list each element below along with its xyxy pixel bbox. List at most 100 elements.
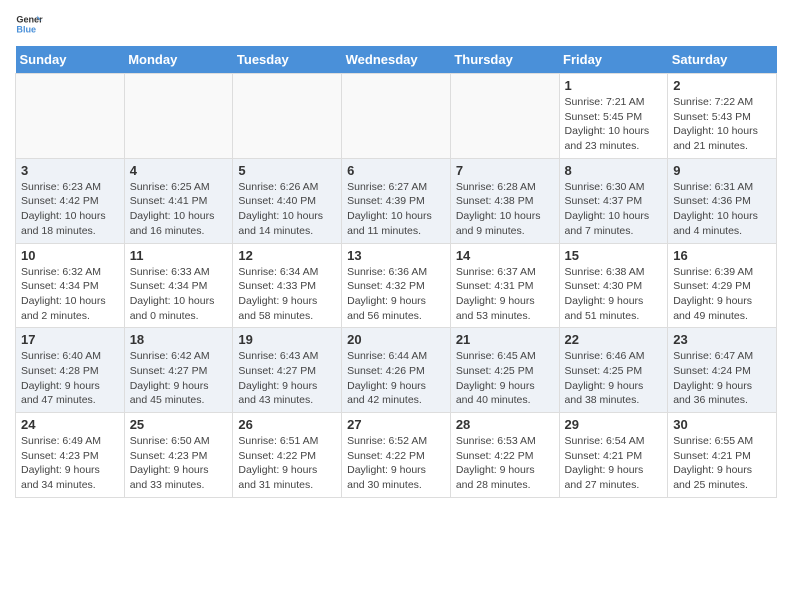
day-info: Sunrise: 6:30 AM Sunset: 4:37 PM Dayligh… — [565, 180, 663, 239]
day-number: 27 — [347, 417, 445, 432]
calendar-cell: 14 Sunrise: 6:37 AM Sunset: 4:31 PM Dayli… — [450, 243, 559, 328]
calendar-cell: 23Sunrise: 6:47 AM Sunset: 4:24 PM Dayli… — [668, 328, 777, 413]
svg-text:Blue: Blue — [16, 24, 36, 34]
day-info: Sunrise: 6:32 AM Sunset: 4:34 PM Dayligh… — [21, 265, 119, 324]
calendar-cell: 22Sunrise: 6:46 AM Sunset: 4:25 PM Dayli… — [559, 328, 668, 413]
day-info: Sunrise: 7:21 AM Sunset: 5:45 PM Dayligh… — [565, 95, 663, 154]
day-info: Sunrise: 6:50 AM Sunset: 4:23 PM Dayligh… — [130, 434, 228, 493]
day-number: 17 — [21, 332, 119, 347]
weekday-header-saturday: Saturday — [668, 46, 777, 74]
day-info: Sunrise: 6:37 AM Sunset: 4:31 PM Dayligh… — [456, 265, 554, 324]
weekday-header-wednesday: Wednesday — [342, 46, 451, 74]
day-number: 9 — [673, 163, 771, 178]
day-info: Sunrise: 6:45 AM Sunset: 4:25 PM Dayligh… — [456, 349, 554, 408]
day-info: Sunrise: 6:38 AM Sunset: 4:30 PM Dayligh… — [565, 265, 663, 324]
calendar-cell: 15 Sunrise: 6:38 AM Sunset: 4:30 PM Dayli… — [559, 243, 668, 328]
day-info: Sunrise: 6:25 AM Sunset: 4:41 PM Dayligh… — [130, 180, 228, 239]
calendar-cell: 24 Sunrise: 6:49 AM Sunset: 4:23 PM Dayli… — [16, 413, 125, 498]
weekday-header-thursday: Thursday — [450, 46, 559, 74]
day-info: Sunrise: 6:39 AM Sunset: 4:29 PM Dayligh… — [673, 265, 771, 324]
day-info: Sunrise: 6:28 AM Sunset: 4:38 PM Dayligh… — [456, 180, 554, 239]
calendar-cell: 29 Sunrise: 6:54 AM Sunset: 4:21 PM Dayli… — [559, 413, 668, 498]
calendar-cell: 11 Sunrise: 6:33 AM Sunset: 4:34 PM Dayli… — [124, 243, 233, 328]
calendar-cell: 19Sunrise: 6:43 AM Sunset: 4:27 PM Dayli… — [233, 328, 342, 413]
calendar-cell: 16 Sunrise: 6:39 AM Sunset: 4:29 PM Dayli… — [668, 243, 777, 328]
calendar-cell: 27 Sunrise: 6:52 AM Sunset: 4:22 PM Dayli… — [342, 413, 451, 498]
day-number: 15 — [565, 248, 663, 263]
calendar-cell — [450, 74, 559, 159]
day-info: Sunrise: 6:42 AM Sunset: 4:27 PM Dayligh… — [130, 349, 228, 408]
day-number: 21 — [456, 332, 554, 347]
calendar-cell: 9 Sunrise: 6:31 AM Sunset: 4:36 PM Daylig… — [668, 158, 777, 243]
day-number: 1 — [565, 78, 663, 93]
weekday-header-sunday: Sunday — [16, 46, 125, 74]
week-row-3: 10 Sunrise: 6:32 AM Sunset: 4:34 PM Dayli… — [16, 243, 777, 328]
day-info: Sunrise: 6:47 AM Sunset: 4:24 PM Dayligh… — [673, 349, 771, 408]
day-number: 14 — [456, 248, 554, 263]
day-info: Sunrise: 6:23 AM Sunset: 4:42 PM Dayligh… — [21, 180, 119, 239]
day-info: Sunrise: 6:34 AM Sunset: 4:33 PM Dayligh… — [238, 265, 336, 324]
day-info: Sunrise: 6:33 AM Sunset: 4:34 PM Dayligh… — [130, 265, 228, 324]
day-number: 13 — [347, 248, 445, 263]
day-number: 19 — [238, 332, 336, 347]
calendar-cell: 12 Sunrise: 6:34 AM Sunset: 4:33 PM Dayli… — [233, 243, 342, 328]
day-number: 2 — [673, 78, 771, 93]
day-info: Sunrise: 6:26 AM Sunset: 4:40 PM Dayligh… — [238, 180, 336, 239]
day-number: 20 — [347, 332, 445, 347]
calendar-cell: 3 Sunrise: 6:23 AM Sunset: 4:42 PM Daylig… — [16, 158, 125, 243]
day-number: 12 — [238, 248, 336, 263]
day-info: Sunrise: 6:27 AM Sunset: 4:39 PM Dayligh… — [347, 180, 445, 239]
calendar-cell — [233, 74, 342, 159]
calendar-cell: 25 Sunrise: 6:50 AM Sunset: 4:23 PM Dayli… — [124, 413, 233, 498]
weekday-header-row: SundayMondayTuesdayWednesdayThursdayFrid… — [16, 46, 777, 74]
calendar-cell: 8 Sunrise: 6:30 AM Sunset: 4:37 PM Daylig… — [559, 158, 668, 243]
day-number: 18 — [130, 332, 228, 347]
day-number: 6 — [347, 163, 445, 178]
calendar-cell: 2 Sunrise: 7:22 AM Sunset: 5:43 PM Daylig… — [668, 74, 777, 159]
day-number: 5 — [238, 163, 336, 178]
calendar-cell: 7 Sunrise: 6:28 AM Sunset: 4:38 PM Daylig… — [450, 158, 559, 243]
calendar-cell: 6 Sunrise: 6:27 AM Sunset: 4:39 PM Daylig… — [342, 158, 451, 243]
day-number: 26 — [238, 417, 336, 432]
calendar-cell: 26Sunrise: 6:51 AM Sunset: 4:22 PM Dayli… — [233, 413, 342, 498]
week-row-4: 17Sunrise: 6:40 AM Sunset: 4:28 PM Dayli… — [16, 328, 777, 413]
calendar-cell: 1 Sunrise: 7:21 AM Sunset: 5:45 PM Daylig… — [559, 74, 668, 159]
header: General Blue — [15, 10, 777, 38]
calendar-cell: 18 Sunrise: 6:42 AM Sunset: 4:27 PM Dayli… — [124, 328, 233, 413]
calendar-cell: 21 Sunrise: 6:45 AM Sunset: 4:25 PM Dayli… — [450, 328, 559, 413]
calendar-cell: 13 Sunrise: 6:36 AM Sunset: 4:32 PM Dayli… — [342, 243, 451, 328]
day-number: 8 — [565, 163, 663, 178]
day-number: 7 — [456, 163, 554, 178]
day-number: 3 — [21, 163, 119, 178]
day-number: 24 — [21, 417, 119, 432]
day-info: Sunrise: 6:31 AM Sunset: 4:36 PM Dayligh… — [673, 180, 771, 239]
week-row-5: 24 Sunrise: 6:49 AM Sunset: 4:23 PM Dayli… — [16, 413, 777, 498]
calendar-cell: 28Sunrise: 6:53 AM Sunset: 4:22 PM Dayli… — [450, 413, 559, 498]
day-number: 28 — [456, 417, 554, 432]
calendar-cell: 5 Sunrise: 6:26 AM Sunset: 4:40 PM Daylig… — [233, 158, 342, 243]
day-info: Sunrise: 6:52 AM Sunset: 4:22 PM Dayligh… — [347, 434, 445, 493]
calendar-cell: 30Sunrise: 6:55 AM Sunset: 4:21 PM Dayli… — [668, 413, 777, 498]
calendar-cell: 20 Sunrise: 6:44 AM Sunset: 4:26 PM Dayli… — [342, 328, 451, 413]
calendar-cell — [16, 74, 125, 159]
day-info: Sunrise: 7:22 AM Sunset: 5:43 PM Dayligh… — [673, 95, 771, 154]
day-number: 22 — [565, 332, 663, 347]
calendar-cell: 4Sunrise: 6:25 AM Sunset: 4:41 PM Daylig… — [124, 158, 233, 243]
day-info: Sunrise: 6:49 AM Sunset: 4:23 PM Dayligh… — [21, 434, 119, 493]
day-number: 30 — [673, 417, 771, 432]
week-row-1: 1 Sunrise: 7:21 AM Sunset: 5:45 PM Daylig… — [16, 74, 777, 159]
calendar-cell — [124, 74, 233, 159]
logo: General Blue — [15, 10, 43, 38]
day-number: 29 — [565, 417, 663, 432]
day-info: Sunrise: 6:44 AM Sunset: 4:26 PM Dayligh… — [347, 349, 445, 408]
day-info: Sunrise: 6:36 AM Sunset: 4:32 PM Dayligh… — [347, 265, 445, 324]
calendar-cell: 10 Sunrise: 6:32 AM Sunset: 4:34 PM Dayli… — [16, 243, 125, 328]
day-number: 25 — [130, 417, 228, 432]
day-number: 11 — [130, 248, 228, 263]
day-info: Sunrise: 6:54 AM Sunset: 4:21 PM Dayligh… — [565, 434, 663, 493]
day-number: 10 — [21, 248, 119, 263]
day-number: 16 — [673, 248, 771, 263]
weekday-header-monday: Monday — [124, 46, 233, 74]
logo-icon: General Blue — [15, 10, 43, 38]
week-row-2: 3 Sunrise: 6:23 AM Sunset: 4:42 PM Daylig… — [16, 158, 777, 243]
